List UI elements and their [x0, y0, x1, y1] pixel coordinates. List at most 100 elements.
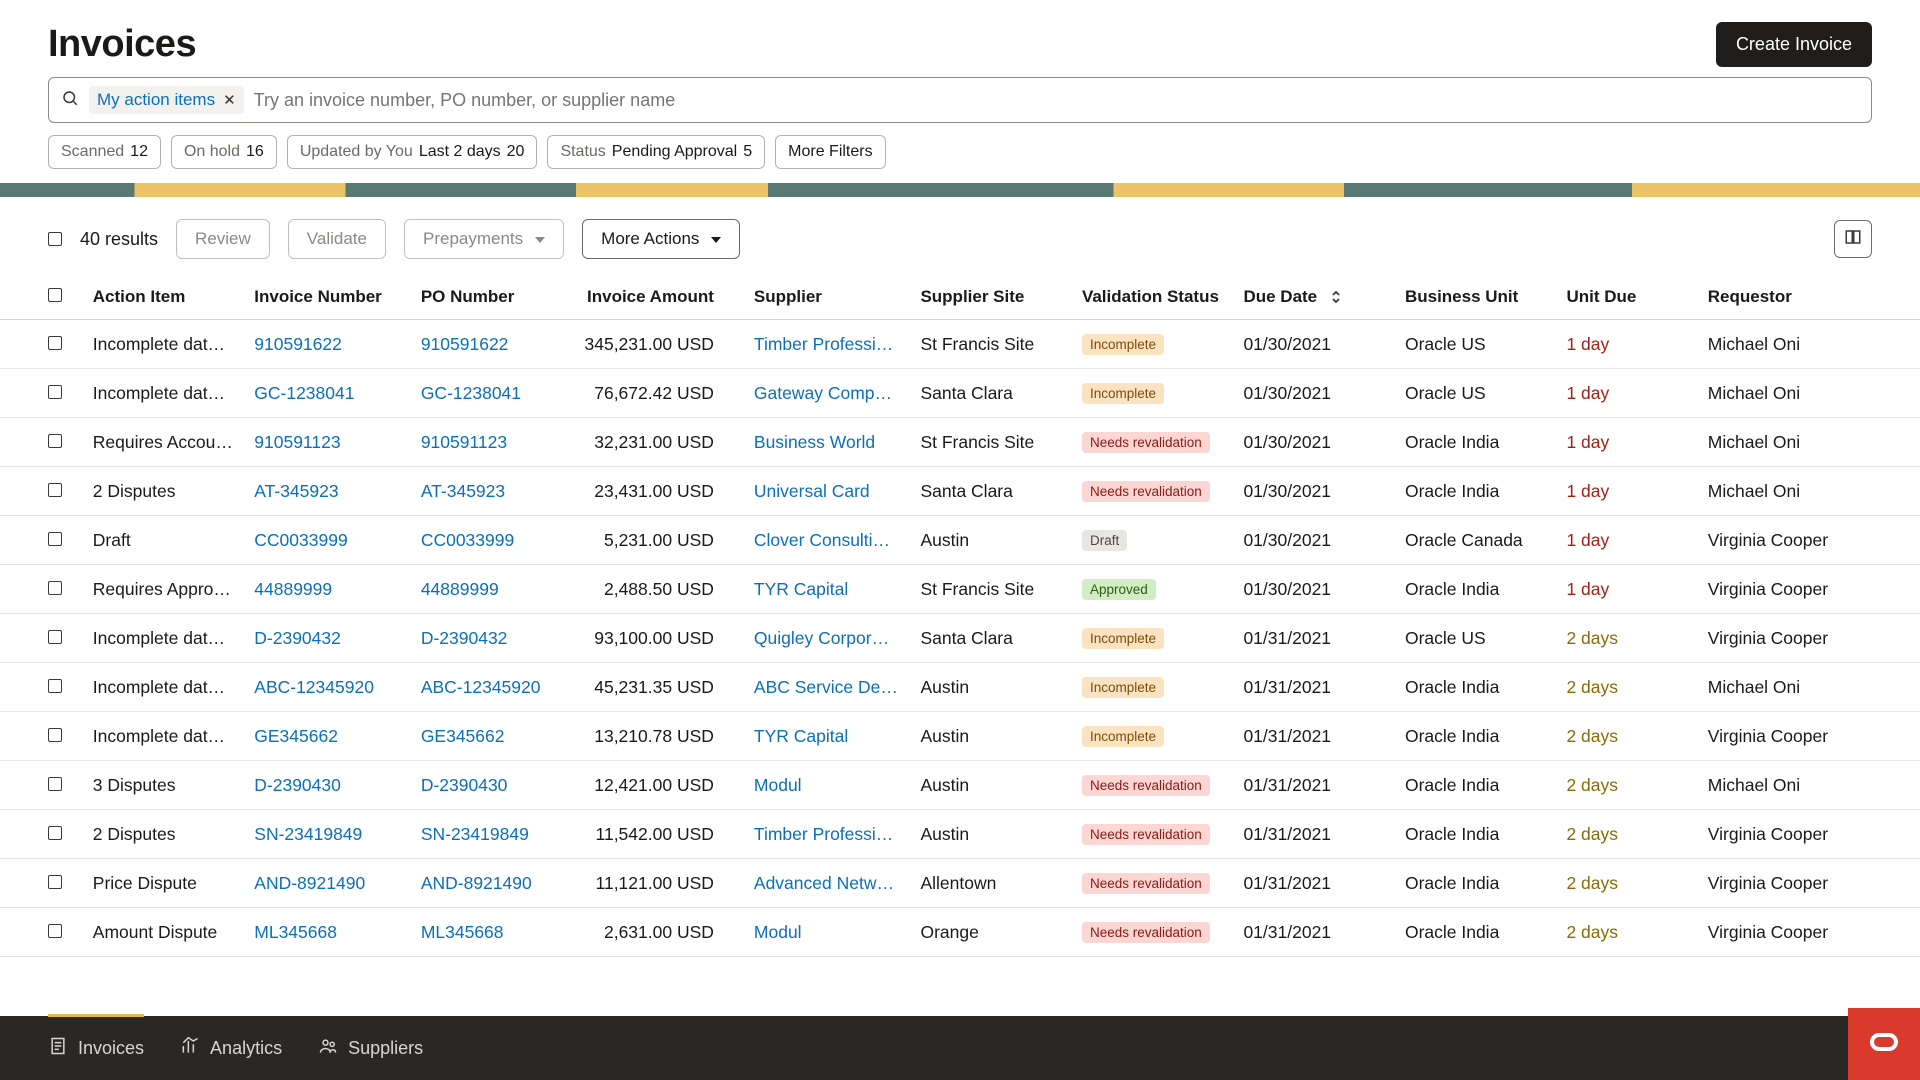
nav-suppliers[interactable]: Suppliers [318, 1036, 423, 1061]
table-row[interactable]: 2 DisputesSN-23419849SN-2341984911,542.0… [0, 810, 1920, 859]
table-row[interactable]: Incomplete dat…910591622910591622345,231… [0, 320, 1920, 369]
table-row[interactable]: DraftCC0033999CC00339995,231.00 USDClove… [0, 516, 1920, 565]
supplier-link[interactable]: TYR Capital [754, 579, 848, 599]
po-number-link[interactable]: D-2390430 [421, 775, 508, 795]
supplier-link[interactable]: Modul [754, 775, 802, 795]
supplier-link[interactable]: Universal Card [754, 481, 870, 501]
po-number-link[interactable]: AT-345923 [421, 481, 505, 501]
prepayments-dropdown[interactable]: Prepayments [404, 219, 564, 259]
table-row[interactable]: Requires Appro…44889999448899992,488.50 … [0, 565, 1920, 614]
row-checkbox[interactable] [48, 483, 62, 497]
cell-requestor: Michael Oni [1698, 663, 1920, 712]
search-input[interactable] [254, 90, 1859, 111]
row-checkbox[interactable] [48, 630, 62, 644]
supplier-link[interactable]: Quigley Corpor… [754, 628, 889, 648]
invoice-number-link[interactable]: D-2390430 [254, 775, 341, 795]
nav-invoices[interactable]: Invoices [48, 1036, 144, 1061]
invoice-number-link[interactable]: 910591622 [254, 334, 342, 354]
invoice-number-link[interactable]: ABC-12345920 [254, 677, 374, 697]
invoice-number-link[interactable]: D-2390432 [254, 628, 341, 648]
cell-unit-due: 1 day [1556, 369, 1697, 418]
filter-scanned[interactable]: Scanned 12 [48, 135, 161, 169]
header-checkbox[interactable] [48, 288, 62, 302]
po-number-link[interactable]: 910591622 [421, 334, 509, 354]
row-checkbox[interactable] [48, 434, 62, 448]
supplier-link[interactable]: Business World [754, 432, 875, 452]
invoice-number-link[interactable]: ML345668 [254, 922, 337, 942]
invoice-number-link[interactable]: GE345662 [254, 726, 338, 746]
invoice-number-link[interactable]: CC0033999 [254, 530, 347, 550]
row-checkbox[interactable] [48, 385, 62, 399]
create-invoice-button[interactable]: Create Invoice [1716, 22, 1872, 67]
supplier-link[interactable]: Modul [754, 922, 802, 942]
column-layout-button[interactable] [1834, 220, 1872, 258]
more-filters-button[interactable]: More Filters [775, 135, 885, 169]
col-unit-due[interactable]: Unit Due [1556, 273, 1697, 320]
supplier-link[interactable]: Clover Consulti… [754, 530, 890, 550]
invoice-number-link[interactable]: SN-23419849 [254, 824, 362, 844]
col-po-number[interactable]: PO Number [411, 273, 573, 320]
table-row[interactable]: Incomplete dat…GC-1238041GC-123804176,67… [0, 369, 1920, 418]
review-button[interactable]: Review [176, 219, 270, 259]
supplier-link[interactable]: Timber Professi… [754, 824, 893, 844]
po-number-link[interactable]: D-2390432 [421, 628, 508, 648]
po-number-link[interactable]: 44889999 [421, 579, 499, 599]
supplier-link[interactable]: ABC Service De… [754, 677, 898, 697]
table-row[interactable]: Price DisputeAND-8921490AND-892149011,12… [0, 859, 1920, 908]
invoice-number-link[interactable]: 44889999 [254, 579, 332, 599]
col-supplier[interactable]: Supplier [744, 273, 911, 320]
validate-button[interactable]: Validate [288, 219, 386, 259]
col-requestor[interactable]: Requestor [1698, 273, 1920, 320]
po-number-link[interactable]: ML345668 [421, 922, 504, 942]
col-action-item[interactable]: Action Item [83, 273, 245, 320]
col-invoice-amount[interactable]: Invoice Amount [572, 273, 744, 320]
po-number-link[interactable]: ABC-12345920 [421, 677, 541, 697]
supplier-link[interactable]: Gateway Comp… [754, 383, 892, 403]
row-checkbox[interactable] [48, 728, 62, 742]
filter-updated-by-you[interactable]: Updated by You Last 2 days 20 [287, 135, 538, 169]
table-row[interactable]: Incomplete dat…ABC-12345920ABC-123459204… [0, 663, 1920, 712]
row-checkbox[interactable] [48, 875, 62, 889]
search-bar[interactable]: My action items ✕ [48, 77, 1872, 123]
row-checkbox[interactable] [48, 336, 62, 350]
table-row[interactable]: Amount DisputeML345668ML3456682,631.00 U… [0, 908, 1920, 957]
po-number-link[interactable]: 910591123 [421, 432, 507, 452]
po-number-link[interactable]: SN-23419849 [421, 824, 529, 844]
po-number-link[interactable]: AND-8921490 [421, 873, 532, 893]
select-all-checkbox[interactable] [48, 232, 62, 246]
filter-status[interactable]: Status Pending Approval 5 [547, 135, 765, 169]
col-validation-status[interactable]: Validation Status [1072, 273, 1234, 320]
cell-requestor: Virginia Cooper [1698, 810, 1920, 859]
po-number-link[interactable]: CC0033999 [421, 530, 514, 550]
invoice-number-link[interactable]: AT-345923 [254, 481, 338, 501]
oracle-assist-button[interactable] [1848, 1008, 1920, 1080]
col-due-date[interactable]: Due Date [1233, 273, 1395, 320]
row-checkbox[interactable] [48, 777, 62, 791]
more-actions-dropdown[interactable]: More Actions [582, 219, 740, 259]
close-icon[interactable]: ✕ [223, 91, 236, 109]
supplier-link[interactable]: Advanced Netw… [754, 873, 894, 893]
row-checkbox[interactable] [48, 924, 62, 938]
table-row[interactable]: Incomplete dat…D-2390432D-239043293,100.… [0, 614, 1920, 663]
row-checkbox[interactable] [48, 679, 62, 693]
table-row[interactable]: 3 DisputesD-2390430D-239043012,421.00 US… [0, 761, 1920, 810]
row-checkbox[interactable] [48, 826, 62, 840]
table-row[interactable]: 2 DisputesAT-345923AT-34592323,431.00 US… [0, 467, 1920, 516]
row-checkbox[interactable] [48, 581, 62, 595]
invoice-number-link[interactable]: AND-8921490 [254, 873, 365, 893]
supplier-link[interactable]: Timber Professi… [754, 334, 893, 354]
table-row[interactable]: Requires Accou…91059112391059112332,231.… [0, 418, 1920, 467]
cell-supplier-site: St Francis Site [910, 418, 1072, 467]
col-invoice-number[interactable]: Invoice Number [244, 273, 411, 320]
invoice-number-link[interactable]: 910591123 [254, 432, 340, 452]
table-row[interactable]: Incomplete dat…GE345662GE34566213,210.78… [0, 712, 1920, 761]
col-supplier-site[interactable]: Supplier Site [910, 273, 1072, 320]
col-business-unit[interactable]: Business Unit [1395, 273, 1557, 320]
po-number-link[interactable]: GC-1238041 [421, 383, 521, 403]
filter-on-hold[interactable]: On hold 16 [171, 135, 277, 169]
supplier-link[interactable]: TYR Capital [754, 726, 848, 746]
invoice-number-link[interactable]: GC-1238041 [254, 383, 354, 403]
po-number-link[interactable]: GE345662 [421, 726, 505, 746]
nav-analytics[interactable]: Analytics [180, 1036, 282, 1061]
row-checkbox[interactable] [48, 532, 62, 546]
